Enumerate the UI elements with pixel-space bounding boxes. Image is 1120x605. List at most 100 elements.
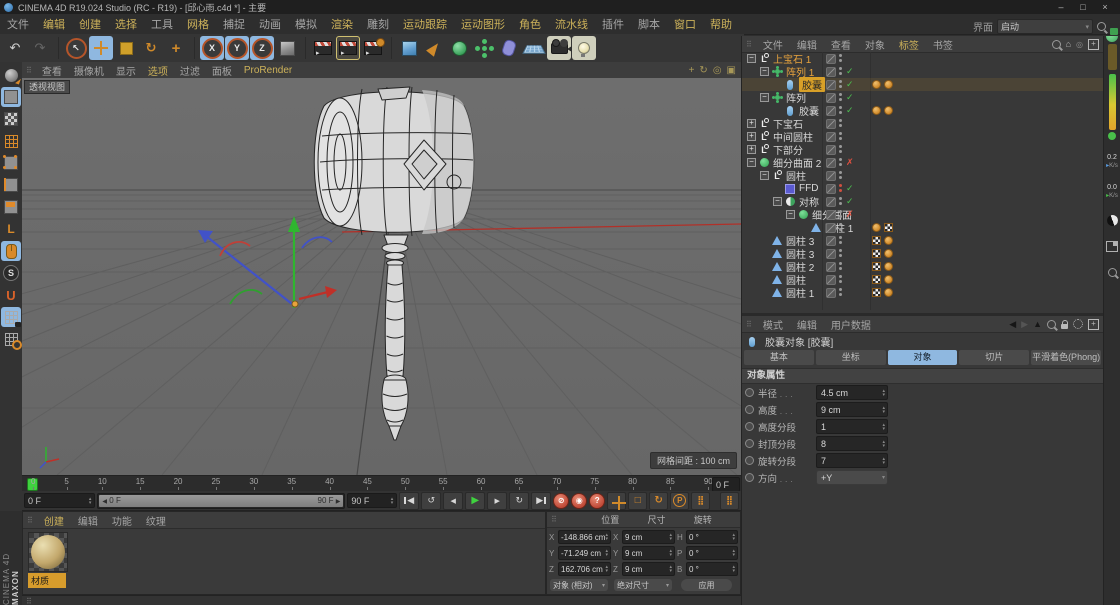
visibility-toggles[interactable]	[826, 236, 868, 246]
texture-mode-button[interactable]	[1, 109, 21, 129]
visibility-toggles[interactable]	[826, 196, 868, 207]
live-selection-button[interactable]: ↖	[64, 36, 88, 60]
expand-toggle[interactable]	[747, 119, 756, 128]
expand-toggle[interactable]	[760, 262, 769, 271]
attribute-tab[interactable]: 基本	[744, 350, 814, 365]
menu-item[interactable]: 动画	[252, 16, 288, 32]
material-item[interactable]: 材质	[28, 532, 68, 588]
object-tag-icon[interactable]	[884, 249, 893, 258]
search-icon[interactable]	[1097, 22, 1106, 31]
object-manager-menu-item[interactable]: 标签	[892, 37, 926, 52]
search-icon[interactable]	[1106, 266, 1118, 278]
visibility-dots-icon[interactable]	[839, 288, 843, 297]
make-editable-button[interactable]	[1, 65, 21, 85]
rotation-p-field[interactable]: 0 °	[686, 546, 738, 560]
render-view-button[interactable]	[311, 36, 335, 60]
viewport-menu-item[interactable]: 显示	[110, 63, 142, 78]
snap-settings-button[interactable]: S	[1, 263, 21, 283]
size-z-field[interactable]: 9 cm	[622, 562, 675, 576]
lock-y-axis-button[interactable]: Y	[225, 36, 249, 60]
menu-item[interactable]: 运动跟踪	[396, 16, 454, 32]
expand-toggle[interactable]	[773, 184, 782, 193]
visibility-dots-icon[interactable]	[839, 262, 843, 271]
expand-toggle[interactable]	[773, 106, 782, 115]
anim-dot-icon[interactable]	[745, 422, 754, 431]
object-row[interactable]: 细分曲面	[742, 208, 1103, 221]
object-tag-icon[interactable]	[884, 236, 893, 245]
object-tag-icon[interactable]	[884, 275, 893, 284]
material-menu-item[interactable]: 编辑	[71, 513, 105, 528]
expand-toggle[interactable]	[747, 158, 756, 167]
workplane-mode-button[interactable]	[1, 131, 21, 151]
toggle-view-icon[interactable]: ▣	[727, 65, 736, 76]
attribute-menu-item[interactable]: 用户数据	[824, 317, 878, 332]
size-mode-dropdown[interactable]: 绝对尺寸▾	[614, 579, 672, 591]
redo-button[interactable]: ↷	[28, 36, 52, 60]
enable-state-icon[interactable]	[846, 157, 855, 168]
enable-axis-button[interactable]: L	[1, 219, 21, 239]
menu-item[interactable]: 雕刻	[360, 16, 396, 32]
object-tag-icon[interactable]	[872, 275, 881, 284]
visibility-dots-icon[interactable]	[839, 197, 843, 206]
key-parameter-toggle[interactable]: P	[670, 492, 689, 510]
frame-range-slider[interactable]: ◀ 0 F 90 F ▶	[97, 493, 345, 509]
layer-icon[interactable]	[826, 223, 836, 233]
play-backwards-button[interactable]: ↺	[421, 492, 441, 510]
menu-item[interactable]: 编辑	[36, 16, 72, 32]
viewport-menu-item[interactable]: ProRender	[238, 65, 298, 76]
material-menu-item[interactable]: 创建	[37, 513, 71, 528]
layer-icon[interactable]	[826, 288, 836, 298]
floor-button[interactable]	[522, 36, 546, 60]
visibility-dots-icon[interactable]	[839, 223, 843, 232]
move-tool-button[interactable]	[89, 36, 113, 60]
visibility-toggles[interactable]	[826, 249, 868, 259]
enable-state-icon[interactable]	[846, 209, 855, 220]
end-frame-field[interactable]: 90 F	[347, 493, 397, 508]
points-mode-button[interactable]	[1, 153, 21, 173]
visibility-dots-icon[interactable]	[839, 171, 843, 180]
next-frame-button[interactable]: ▶	[487, 492, 507, 510]
object-tag-icon[interactable]	[872, 288, 881, 297]
enable-state-icon[interactable]	[846, 105, 855, 116]
search-icon[interactable]	[1047, 320, 1056, 329]
viewport-menu-item[interactable]: 摄像机	[68, 63, 110, 78]
object-row[interactable]: 对称	[742, 195, 1103, 208]
enable-snap-button[interactable]: U	[1, 285, 21, 305]
last-tool-button[interactable]: +	[164, 36, 188, 60]
goto-start-button[interactable]: ◀	[399, 492, 419, 510]
object-row[interactable]: 阵列 1	[742, 65, 1103, 78]
layout-icon[interactable]	[1106, 240, 1118, 252]
visibility-dots-icon[interactable]	[839, 80, 843, 89]
visibility-toggles[interactable]	[826, 54, 868, 64]
object-row[interactable]: 圆柱	[742, 169, 1103, 182]
size-x-field[interactable]: 9 cm	[622, 530, 675, 544]
visibility-toggles[interactable]	[826, 183, 868, 194]
layer-icon[interactable]	[826, 262, 836, 272]
model-mode-button[interactable]	[1, 87, 21, 107]
polygons-mode-button[interactable]	[1, 197, 21, 217]
enable-state-icon[interactable]	[846, 196, 855, 207]
visibility-toggles[interactable]	[826, 262, 868, 272]
visibility-dots-icon[interactable]	[839, 210, 843, 219]
viewport-menu-item[interactable]: 过滤	[174, 63, 206, 78]
object-tag-icon[interactable]	[884, 288, 893, 297]
expand-toggle[interactable]	[773, 80, 782, 89]
viewport-menu-item[interactable]: 面板	[206, 63, 238, 78]
history-back-icon[interactable]: ◀	[1009, 319, 1016, 330]
menu-item[interactable]: 帮助	[703, 16, 739, 32]
visibility-toggles[interactable]	[826, 132, 868, 142]
visibility-dots-icon[interactable]	[839, 119, 843, 128]
menu-item[interactable]: 文件	[0, 16, 36, 32]
expand-toggle[interactable]	[760, 93, 769, 102]
light-button[interactable]	[572, 36, 596, 60]
minimize-button[interactable]: –	[1050, 2, 1072, 12]
link-icon[interactable]: ◎	[1076, 40, 1083, 49]
lock-icon[interactable]	[1061, 324, 1068, 329]
apply-button[interactable]: 应用	[681, 579, 732, 591]
grip-icon[interactable]: ⠿	[22, 66, 36, 75]
object-tag-icon[interactable]	[872, 106, 881, 115]
layer-icon[interactable]	[826, 145, 836, 155]
attribute-menu-item[interactable]: 编辑	[790, 317, 824, 332]
layer-icon[interactable]	[826, 132, 836, 142]
field-input[interactable]: 9 cm	[816, 402, 888, 417]
